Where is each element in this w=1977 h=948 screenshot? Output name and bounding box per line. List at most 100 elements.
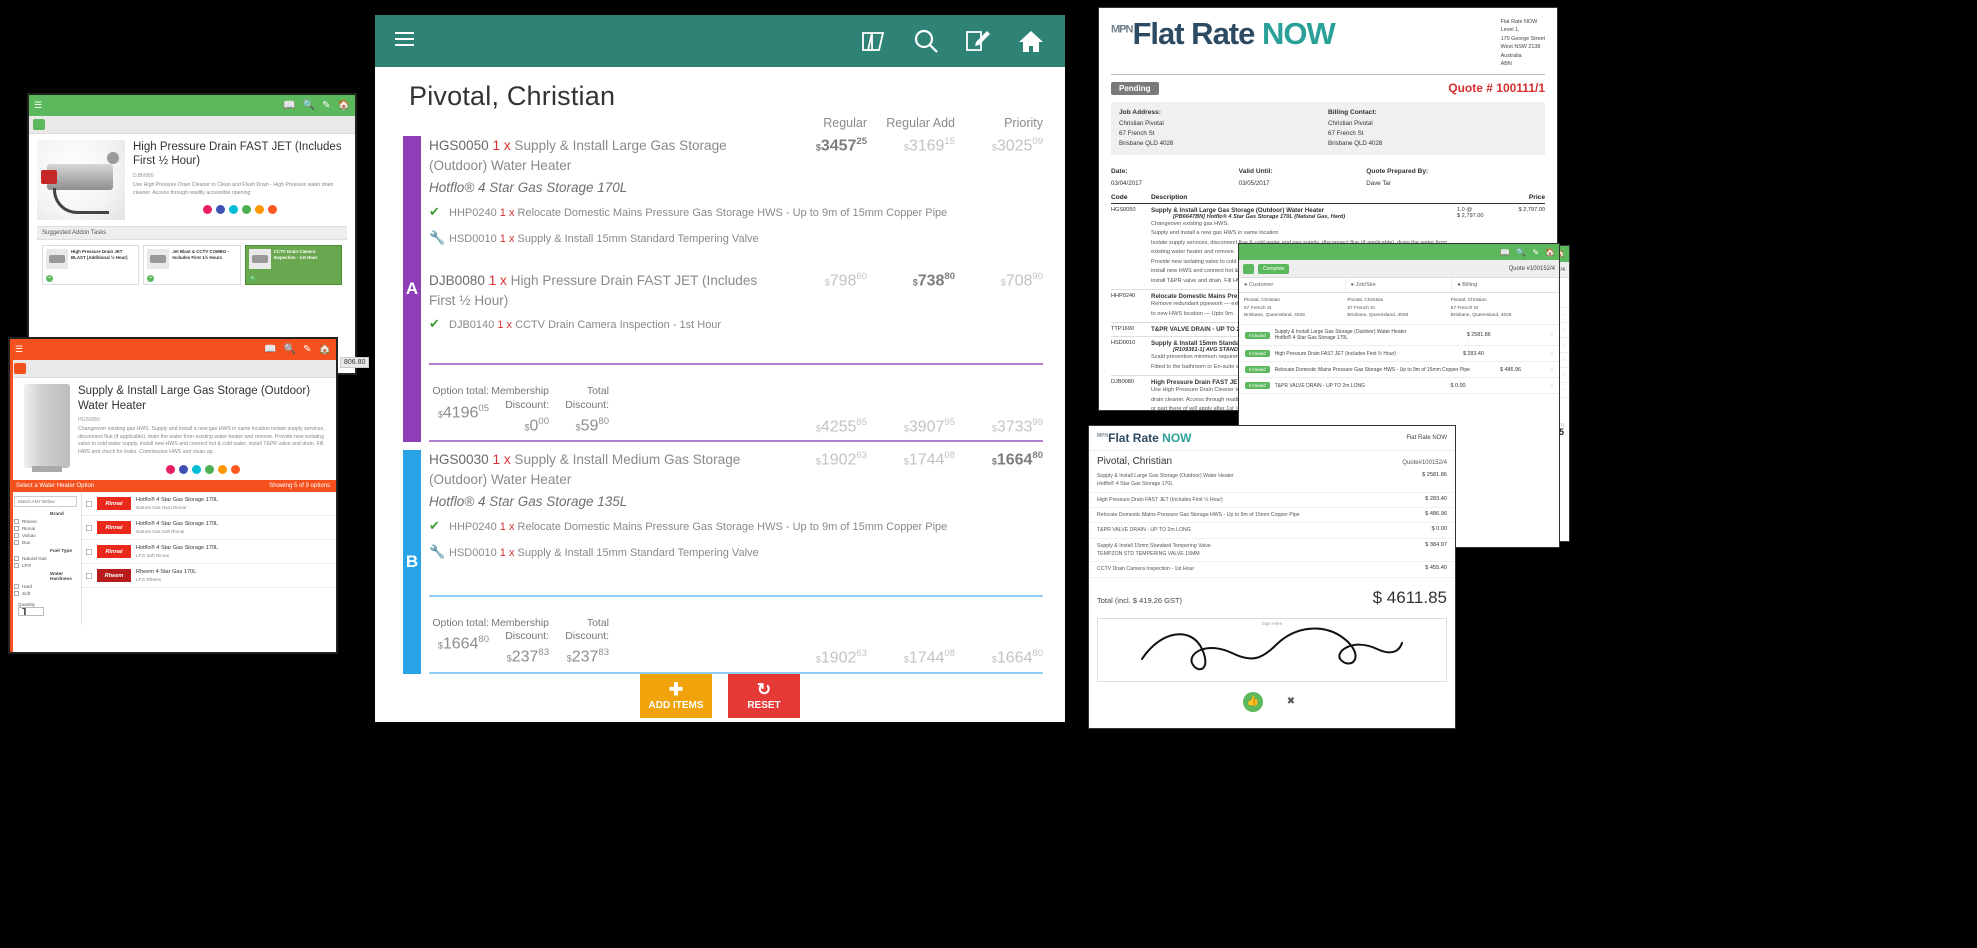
search-icon[interactable] <box>913 28 939 54</box>
green-topbar: ☰ 📖 🔍 ✎ 🏠 <box>29 95 355 116</box>
brand-badge: Rinnai <box>97 545 131 559</box>
color-dots <box>78 465 328 475</box>
chevron-right-icon: › <box>1562 372 1564 379</box>
heater-checkbox[interactable] <box>86 548 92 555</box>
add-tile-button[interactable] <box>14 363 26 374</box>
quote-line-item[interactable]: HGS0030 1 x Supply & Install Medium Gas … <box>429 450 1043 512</box>
reset-button[interactable]: ↻ RESET <box>728 674 800 718</box>
sub-desc: Supply & Install 15mm Standard Tempering… <box>517 232 759 245</box>
home-icon[interactable]: 🏠 <box>338 100 350 111</box>
add-icon[interactable]: + <box>248 275 256 282</box>
search-icon[interactable]: 🔍 <box>1516 248 1526 257</box>
addon-label: Jet Blast & CCTV COMBO - Includes First … <box>172 249 229 260</box>
app-line-row[interactable]: Included High Pressure Drain FAST JET (I… <box>1239 346 1559 363</box>
book-icon[interactable]: 📖 <box>283 100 295 111</box>
heater-checkbox[interactable] <box>86 572 92 579</box>
quote-line-item[interactable]: DJB0080 1 x High Pressure Drain FAST JET… <box>429 271 1043 310</box>
tab-customer[interactable]: ● Customer <box>1239 278 1346 292</box>
green-subbar <box>29 116 355 134</box>
heater-row[interactable]: Rinnai Hotflo® 4 Star Gas Storage 170L N… <box>82 516 336 541</box>
quantity-input[interactable] <box>18 607 44 617</box>
home-icon[interactable]: 🏠 <box>1545 248 1555 257</box>
app-line-row[interactable]: Included Relocate Domestic Mains Pressur… <box>1239 362 1559 379</box>
book-icon[interactable]: 📖 <box>264 344 276 355</box>
quote-meta: Date: 03/04/2017 Valid Until: 03/05/2017 Q… <box>1099 160 1557 194</box>
chevron-right-icon: › <box>1562 312 1564 319</box>
membership-discount: Membership Discount: $000 <box>491 385 549 434</box>
product-description: Use High Pressure Drain Cleaner to Clean… <box>133 181 334 196</box>
group-totals: Option total: $166480 Membership Discoun… <box>429 611 1043 668</box>
menu-icon[interactable]: ☰ <box>34 101 42 110</box>
edit-icon[interactable]: ✎ <box>322 100 330 111</box>
close-icon: ✖ <box>1286 696 1296 707</box>
menu-icon[interactable]: ☰ <box>15 345 23 354</box>
menu-icon[interactable] <box>395 31 414 51</box>
add-icon[interactable]: + <box>147 275 155 282</box>
filter-sidebar: Match ANY Below Brand Rheem Rinnai Vulca… <box>10 492 82 626</box>
sub-line-item[interactable]: 🔧 HSD0010 1 x Supply & Install 15mm Stan… <box>429 545 1043 559</box>
signature-capture-box[interactable]: Sign Here <box>1097 617 1447 682</box>
heater-checkbox[interactable] <box>86 524 92 531</box>
check-icon: ✔ <box>429 316 440 332</box>
included-tag: Included <box>1245 366 1270 374</box>
heater-row[interactable]: Rheem Rheem 4 Star Gas 170L LPG Rheem <box>82 564 336 589</box>
filter-option[interactable]: Hard <box>14 584 77 590</box>
option-group-b: B HGS0030 1 x Supply & Install Medium Ga… <box>393 449 1043 674</box>
option-group-a: A HGS0050 1 x Supply & Install Large Gas… <box>393 136 1043 442</box>
sub-line-item[interactable]: ✔ HHP0240 1 x Relocate Domestic Mains Pr… <box>429 205 1043 219</box>
filter-option[interactable]: Rinnai <box>14 526 77 532</box>
addon-card[interactable]: Jet Blast & CCTV COMBO - Includes First … <box>143 245 241 285</box>
sub-qty: 1 x <box>499 206 515 219</box>
add-tile-button[interactable] <box>1243 263 1254 274</box>
edit-icon[interactable]: ✎ <box>303 344 311 355</box>
heater-checkbox[interactable] <box>86 500 92 507</box>
filter-option[interactable]: LPG <box>14 563 77 569</box>
add-tile-button[interactable] <box>33 119 45 130</box>
chevron-right-icon: › <box>1562 387 1564 394</box>
job-address-col: Job Address: Christian Pivotal 67 French… <box>1119 108 1328 148</box>
filter-option[interactable]: Vulcan <box>14 533 77 539</box>
sub-line-item[interactable]: ✔ HHP0240 1 x Relocate Domestic Mains Pr… <box>429 519 1043 533</box>
price-regular-add: $73880 <box>912 270 955 290</box>
price-regular-add: $174408 <box>903 449 955 469</box>
app-subbar: Complete Quote #100152/4 <box>1239 260 1559 278</box>
add-icon[interactable]: + <box>46 275 53 282</box>
edit-icon[interactable] <box>965 29 991 53</box>
item-code: HGS0030 <box>429 451 489 467</box>
tab-job-site[interactable]: ● Job/Site <box>1346 278 1453 292</box>
sub-line-item[interactable]: 🔧 HSD0010 1 x Supply & Install 15mm Stan… <box>429 231 1043 245</box>
column-header-regular-add: Regular Add <box>886 116 955 130</box>
col-code: Code <box>1111 193 1128 201</box>
heater-row[interactable]: Rinnai Hotflo® 4 Star Gas Storage 170L L… <box>82 540 336 565</box>
heater-row[interactable]: Rinnai Hotflo® 4 Star Gas Storage 170L N… <box>82 492 336 517</box>
option-total: Option total: $419605 <box>432 385 489 421</box>
tab-billing[interactable]: ● Billing <box>1452 278 1559 292</box>
search-icon[interactable]: 🔍 <box>284 344 296 355</box>
heater-select-header: Select a Water Heater Option Showing 5 o… <box>10 480 336 493</box>
filter-option[interactable]: Natural Gas <box>14 556 77 562</box>
quote-line-item[interactable]: HGS0050 1 x Supply & Install Large Gas S… <box>429 136 1043 198</box>
edit-icon[interactable]: ✎ <box>1532 248 1539 257</box>
app-line-row[interactable]: Included Supply & Install Large Gas Stor… <box>1239 325 1559 347</box>
filter-option[interactable]: Rheem <box>14 519 77 525</box>
addon-card[interactable]: High Pressure Drain JET BLAST (Additiona… <box>42 245 140 285</box>
sub-line-item[interactable]: ✔ DJB0140 1 x CCTV Drain Camera Inspecti… <box>429 317 1043 331</box>
search-icon[interactable]: 🔍 <box>303 100 315 111</box>
group-letter-a: A <box>403 136 421 442</box>
home-icon[interactable] <box>1017 29 1045 54</box>
filter-option[interactable]: Dux <box>14 540 77 546</box>
sub-desc: CCTV Drain Camera Inspection - 1st Hour <box>515 319 722 332</box>
addon-card-selected[interactable]: CCTV Drain Camera Inspection - 1st Hour … <box>244 245 342 285</box>
reject-button[interactable]: ✖ <box>1281 691 1301 712</box>
add-items-button[interactable]: ✚ ADD ITEMS <box>640 674 712 718</box>
book-icon[interactable]: 📖 <box>1500 248 1510 257</box>
app-line-row[interactable]: Included T&PR VALVE DRAIN - UP TO 2m LON… <box>1239 378 1559 395</box>
item-qty: 1 x <box>492 138 511 153</box>
home-icon[interactable]: 🏠 <box>319 344 331 355</box>
sub-code: HHP0240 <box>449 206 497 219</box>
accept-button[interactable]: 👍 <box>1243 691 1263 712</box>
filter-option[interactable]: Soft <box>14 591 77 597</box>
signature-total-row: Total (incl. $ 419.26 GST) $ 4611.85 <box>1089 578 1455 614</box>
book-icon[interactable] <box>861 29 887 53</box>
filter-search-input[interactable]: Match ANY Below <box>14 496 77 508</box>
